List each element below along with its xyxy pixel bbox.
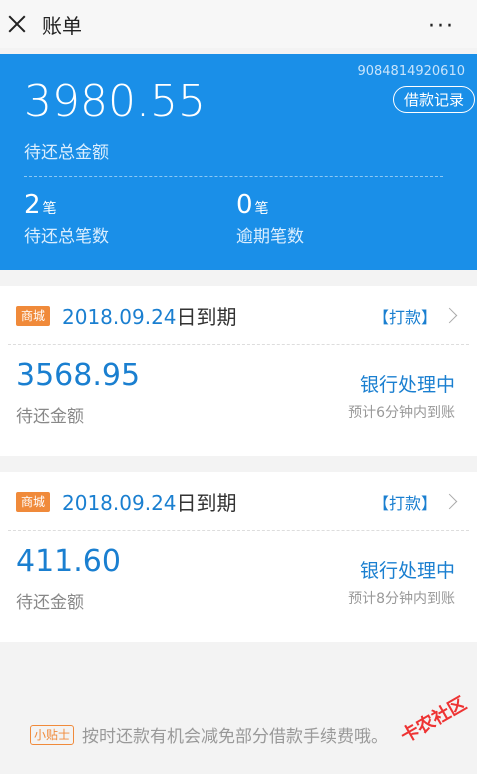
bill-status: 银行处理中 bbox=[359, 374, 455, 396]
pending-count-value: 2 bbox=[24, 190, 41, 220]
bill-card-header: 商城 2018.09.24日到期 【打款】 bbox=[0, 472, 477, 530]
chevron-right-icon[interactable] bbox=[441, 307, 458, 324]
mall-tag: 商城 bbox=[16, 306, 51, 326]
bill-amount-label: 待还金额 bbox=[16, 593, 84, 613]
total-amount-label: 待还总金额 bbox=[24, 143, 109, 163]
overdue-count-unit: 笔 bbox=[254, 201, 269, 217]
bill-card[interactable]: 商城 2018.09.24日到期 【打款】 3568.95 待还金额 银行处理中… bbox=[0, 286, 477, 456]
due-date: 2018.09.24日到期 bbox=[62, 301, 237, 330]
account-number: 9084814920610 bbox=[357, 64, 465, 79]
chevron-right-icon[interactable] bbox=[441, 493, 458, 510]
bill-amount: 3568.95 bbox=[16, 358, 141, 393]
card-divider bbox=[8, 344, 469, 345]
pending-count-stat: 2笔 待还总笔数 bbox=[24, 190, 109, 247]
total-amount: 3980.55 bbox=[24, 76, 206, 127]
overdue-count-value: 0 bbox=[236, 190, 253, 220]
page-title: 账单 bbox=[42, 13, 82, 38]
due-date-value: 2018.09.24 bbox=[62, 305, 177, 329]
due-date: 2018.09.24日到期 bbox=[62, 487, 237, 516]
due-date-suffix: 日到期 bbox=[176, 491, 237, 515]
bill-eta: 预计8分钟内到账 bbox=[348, 591, 455, 607]
pay-button[interactable]: 【打款】 bbox=[373, 490, 437, 514]
tip-badge: 小贴士 bbox=[30, 724, 75, 745]
more-options-icon[interactable]: ··· bbox=[428, 14, 455, 39]
bill-eta: 预计6分钟内到账 bbox=[348, 405, 455, 421]
overdue-count-stat: 0笔 逾期笔数 bbox=[236, 190, 304, 247]
pay-button[interactable]: 【打款】 bbox=[373, 304, 437, 328]
bill-card[interactable]: 商城 2018.09.24日到期 【打款】 411.60 待还金额 银行处理中 … bbox=[0, 472, 477, 642]
top-bar: 账单 ··· bbox=[0, 0, 477, 48]
close-icon[interactable] bbox=[4, 11, 30, 37]
due-date-value: 2018.09.24 bbox=[62, 491, 177, 515]
tip-bar: 小贴士 按时还款有机会减免部分借款手续费哦。 bbox=[30, 722, 388, 747]
bill-amount-label: 待还金额 bbox=[16, 407, 84, 427]
summary-panel: 9084814920610 借款记录 3980.55 待还总金额 2笔 待还总笔… bbox=[0, 54, 477, 270]
bill-card-header: 商城 2018.09.24日到期 【打款】 bbox=[0, 286, 477, 344]
bill-status: 银行处理中 bbox=[359, 560, 455, 582]
pending-count-label: 待还总笔数 bbox=[24, 227, 109, 247]
card-divider bbox=[8, 530, 469, 531]
divider bbox=[24, 176, 443, 177]
due-date-suffix: 日到期 bbox=[176, 305, 237, 329]
loan-records-button[interactable]: 借款记录 bbox=[392, 86, 475, 113]
tip-text: 按时还款有机会减免部分借款手续费哦。 bbox=[82, 727, 389, 747]
mall-tag: 商城 bbox=[16, 492, 51, 512]
bill-amount: 411.60 bbox=[16, 544, 121, 579]
watermark-logo: 卡农社区 bbox=[397, 693, 471, 748]
pending-count-unit: 笔 bbox=[42, 201, 57, 217]
overdue-count-label: 逾期笔数 bbox=[236, 227, 304, 247]
